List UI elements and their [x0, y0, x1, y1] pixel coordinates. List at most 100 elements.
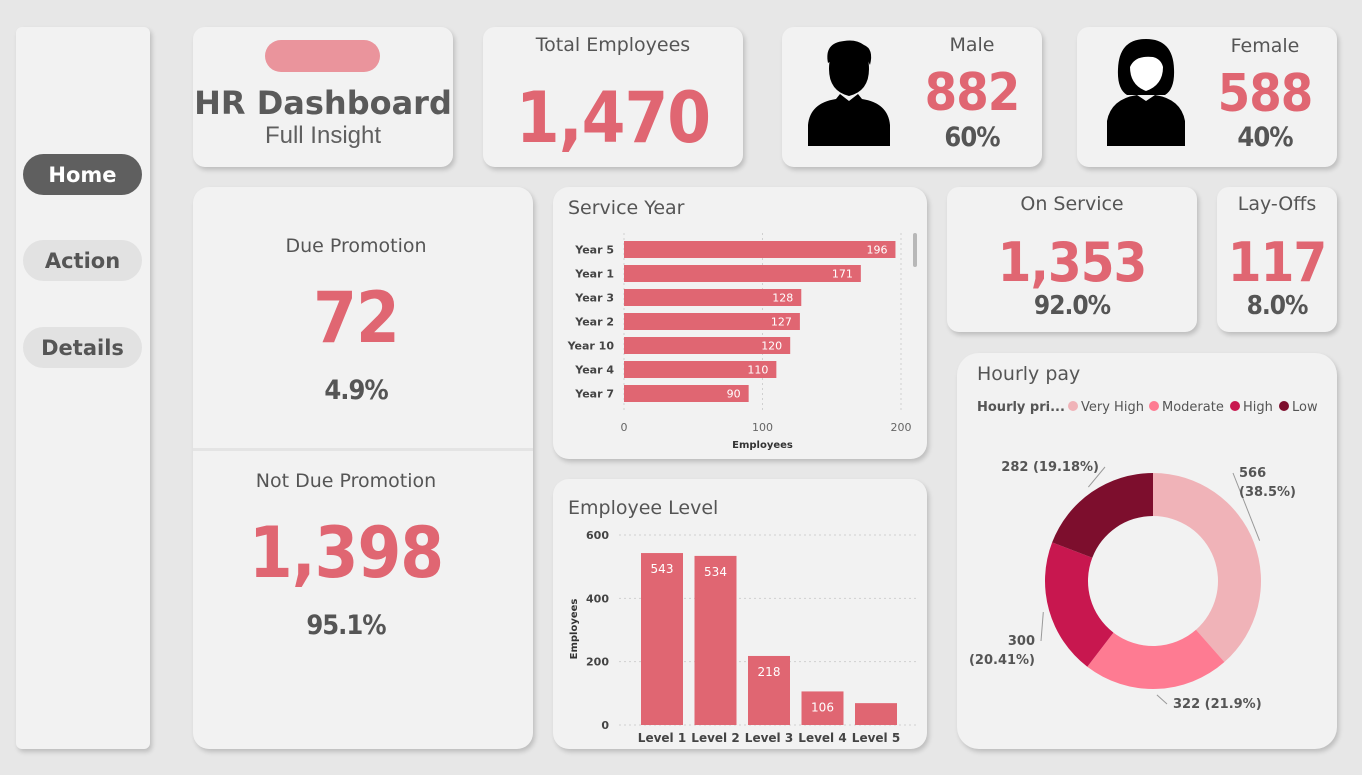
category-label: Year 4 [574, 364, 614, 377]
data-label: 127 [771, 316, 792, 329]
category-label: Level 4 [798, 731, 846, 745]
male-label: Male [949, 34, 995, 56]
employee-level-chart: 0 200 400 600 Employees 543 Level 1 534 Level 2 2… [569, 529, 917, 745]
lay-offs-value: 117 [1227, 231, 1327, 294]
y-axis-label: Employees [569, 599, 580, 660]
data-label: 196 [866, 244, 887, 257]
legend-marker [1230, 401, 1240, 411]
data-label: 106 [811, 700, 834, 714]
x-tick-label: 0 [621, 421, 628, 434]
category-label: Year 5 [574, 244, 614, 257]
male-person-icon [808, 40, 890, 146]
home-nav-button[interactable]: Home [23, 154, 142, 195]
female-percent: 40% [1237, 122, 1293, 153]
data-label: 534 [704, 565, 727, 579]
page-subtitle: Full Insight [264, 122, 382, 149]
legend-title: Hourly pri... [977, 400, 1065, 415]
employee-level-card: Employee Level 0 200 400 600 Employees 543 Lev… [553, 479, 927, 749]
legend-item: High [1243, 400, 1273, 415]
female-label: Female [1230, 35, 1300, 57]
y-tick-label: 0 [601, 719, 609, 732]
not-due-promotion-value: 1,398 [248, 512, 444, 594]
leader-line [1040, 611, 1044, 642]
legend-item: Moderate [1162, 400, 1224, 415]
y-tick-label: 200 [586, 656, 609, 669]
data-label: 282 (19.18%) [1001, 460, 1099, 475]
y-tick-label: 400 [586, 592, 609, 605]
data-label: 543 [651, 562, 674, 576]
category-label: Year 10 [567, 340, 615, 353]
category-label: Level 1 [638, 731, 686, 745]
female-card: Female 588 40% [1077, 27, 1337, 167]
data-label: (20.41%) [969, 653, 1035, 668]
hourly-pay-chart: Hourly pri... Very High Moderate High Low 566… [969, 400, 1318, 712]
legend-item: Very High [1081, 400, 1144, 415]
legend-marker [1149, 401, 1159, 411]
due-promotion-value: 72 [313, 277, 400, 359]
on-service-label: On Service [1020, 193, 1124, 215]
data-label: 300 [1008, 634, 1035, 649]
lay-offs-label: Lay-Offs [1237, 193, 1317, 215]
x-axis-label: Employees [732, 440, 793, 451]
data-label: 171 [832, 268, 853, 281]
page-title: HR Dashboard [194, 84, 452, 122]
x-tick-label: 200 [891, 421, 912, 434]
legend-marker [1279, 401, 1289, 411]
promotion-card: Due Promotion 72 4.9% Not Due Promotion … [193, 187, 533, 749]
data-label: 218 [758, 665, 781, 679]
on-service-card: On Service 1,353 92.0% [947, 187, 1197, 332]
male-card: Male 882 60% [782, 27, 1042, 167]
pie-slice [1052, 473, 1153, 558]
leader-line [1156, 694, 1168, 705]
category-label: Level 3 [745, 731, 793, 745]
on-service-percent: 92.0% [1033, 291, 1111, 321]
chart-scrollbar[interactable] [913, 233, 917, 267]
total-employees-card: Total Employees 1,470 [483, 27, 743, 167]
service-year-card: Service Year 0 100 200 Year 5 196 Year 1 171 Ye… [553, 187, 927, 459]
x-tick-label: 100 [752, 421, 773, 434]
bar [624, 241, 896, 258]
on-service-value: 1,353 [997, 231, 1148, 294]
sidebar: Home Action Details [16, 27, 150, 749]
data-label: 110 [747, 364, 768, 377]
legend-marker [1068, 401, 1078, 411]
total-employees-value: 1,470 [515, 77, 711, 159]
male-percent: 60% [944, 122, 1000, 153]
title-card: HR Dashboard Full Insight [193, 27, 453, 167]
hourly-pay-card: Hourly pay Hourly pri... Very High Moderat… [957, 353, 1337, 749]
lay-offs-card: Lay-Offs 117 8.0% [1217, 187, 1337, 332]
total-employees-label: Total Employees [535, 34, 691, 56]
data-label: 566 [1239, 466, 1266, 481]
male-value: 882 [924, 63, 1021, 123]
pie-slice [1153, 473, 1261, 663]
data-label: 90 [727, 388, 741, 401]
bar [641, 553, 683, 725]
due-promotion-percent: 4.9% [324, 375, 388, 406]
data-label: (38.5%) [1239, 485, 1296, 500]
bar [855, 703, 897, 725]
category-label: Year 3 [574, 292, 614, 305]
category-label: Year 2 [574, 316, 614, 329]
category-label: Year 1 [574, 268, 614, 281]
y-tick-label: 600 [586, 529, 609, 542]
data-label: 120 [761, 340, 782, 353]
category-label: Level 5 [852, 731, 900, 745]
due-promotion-label: Due Promotion [285, 235, 427, 257]
female-value: 588 [1217, 64, 1314, 124]
female-person-icon [1107, 39, 1185, 146]
not-due-promotion-percent: 95.1% [306, 610, 386, 641]
logo-pill [265, 40, 380, 72]
data-label: 322 (21.9%) [1173, 697, 1262, 712]
bar [694, 555, 737, 725]
lay-offs-percent: 8.0% [1246, 291, 1309, 321]
divider [193, 448, 533, 451]
legend-item: Low [1292, 400, 1318, 415]
bar [624, 265, 861, 282]
category-label: Level 2 [691, 731, 739, 745]
category-label: Year 7 [574, 388, 614, 401]
not-due-promotion-label: Not Due Promotion [255, 470, 437, 492]
details-nav-button[interactable]: Details [23, 327, 142, 368]
action-nav-button[interactable]: Action [23, 240, 142, 281]
data-label: 128 [772, 292, 793, 305]
service-year-chart: 0 100 200 Year 5 196 Year 1 171 Year 3 128 Year 2… [567, 233, 912, 451]
